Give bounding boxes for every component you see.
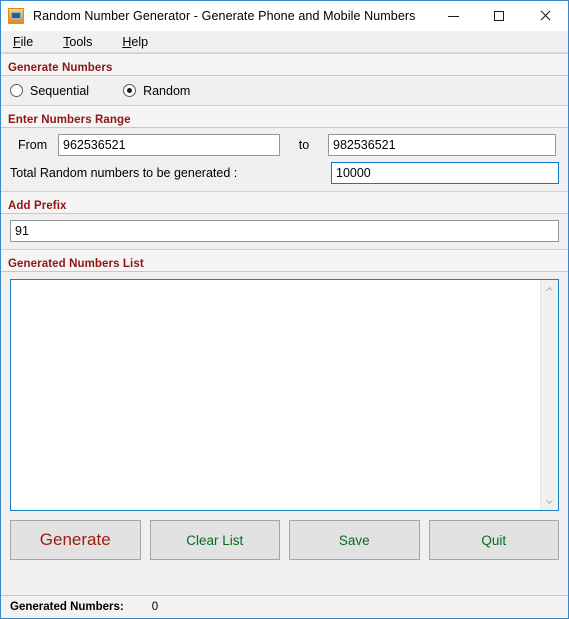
chevron-up-icon[interactable]: [541, 280, 558, 297]
numbers-range-header: Enter Numbers Range: [1, 105, 568, 128]
generated-list-header-label: Generated Numbers List: [8, 258, 144, 270]
window-title: Random Number Generator - Generate Phone…: [33, 9, 416, 23]
menu-tools-label: ools: [69, 34, 93, 49]
minimize-button[interactable]: [430, 1, 476, 31]
total-count-label: Total Random numbers to be generated :: [10, 166, 238, 180]
list-scrollbar[interactable]: [540, 280, 558, 510]
numbers-range-panel: From to Total Random numbers to be gener…: [1, 128, 568, 191]
add-prefix-header-label: Add Prefix: [8, 200, 67, 212]
close-icon: [539, 10, 551, 22]
radio-random-label: Random: [143, 83, 191, 98]
radio-sequential-label: Sequential: [30, 83, 90, 98]
application-window: Random Number Generator - Generate Phone…: [0, 0, 569, 619]
minimize-icon: [447, 15, 459, 17]
action-button-row: Generate Clear List Save Quit: [1, 511, 568, 568]
status-bar: Generated Numbers: 0: [1, 595, 568, 618]
from-label: From: [18, 138, 48, 152]
menu-item-help[interactable]: Help: [122, 35, 148, 49]
menu-file-accel: F: [13, 34, 21, 49]
generated-numbers-text[interactable]: [11, 280, 540, 510]
quit-button[interactable]: Quit: [428, 520, 559, 560]
menu-file-label: ile: [20, 34, 34, 49]
menu-item-file[interactable]: File: [13, 35, 33, 49]
close-button[interactable]: [522, 1, 568, 31]
total-count-input[interactable]: [331, 162, 559, 184]
generate-numbers-header: Generate Numbers: [1, 53, 568, 76]
numbers-range-header-label: Enter Numbers Range: [8, 114, 131, 126]
menu-help-label: elp: [131, 34, 149, 49]
generate-numbers-header-label: Generate Numbers: [8, 62, 113, 74]
prefix-input[interactable]: [10, 220, 559, 242]
radio-sequential[interactable]: Sequential: [10, 84, 89, 98]
generated-list-header: Generated Numbers List: [1, 249, 568, 272]
generate-button[interactable]: Generate: [10, 520, 141, 560]
title-bar: Random Number Generator - Generate Phone…: [1, 1, 568, 31]
save-button[interactable]: Save: [289, 520, 420, 560]
generation-mode-group: Sequential Random: [1, 76, 568, 105]
maximize-icon: [494, 11, 504, 21]
status-value: 0: [151, 601, 159, 613]
generated-list-panel: [1, 272, 568, 511]
from-input[interactable]: [58, 134, 280, 156]
to-input[interactable]: [328, 134, 556, 156]
range-row: From to: [10, 134, 559, 156]
chevron-down-icon[interactable]: [541, 493, 558, 510]
status-label: Generated Numbers:: [10, 601, 124, 613]
maximize-button[interactable]: [476, 1, 522, 31]
menu-bar: File Tools Help: [1, 31, 568, 53]
generate-numbers-panel: Sequential Random: [1, 76, 568, 105]
radio-sequential-indicator: [10, 84, 23, 97]
total-row: Total Random numbers to be generated :: [10, 162, 559, 184]
add-prefix-panel: [1, 214, 568, 249]
calculator-icon: [8, 8, 24, 24]
to-label: to: [298, 138, 310, 152]
window-controls: [430, 1, 568, 31]
clear-list-button[interactable]: Clear List: [149, 520, 280, 560]
menu-item-tools[interactable]: Tools: [63, 35, 92, 49]
add-prefix-header: Add Prefix: [1, 191, 568, 214]
radio-random-indicator: [123, 84, 137, 97]
radio-random[interactable]: Random: [123, 84, 190, 98]
generated-numbers-listbox[interactable]: [10, 279, 559, 511]
